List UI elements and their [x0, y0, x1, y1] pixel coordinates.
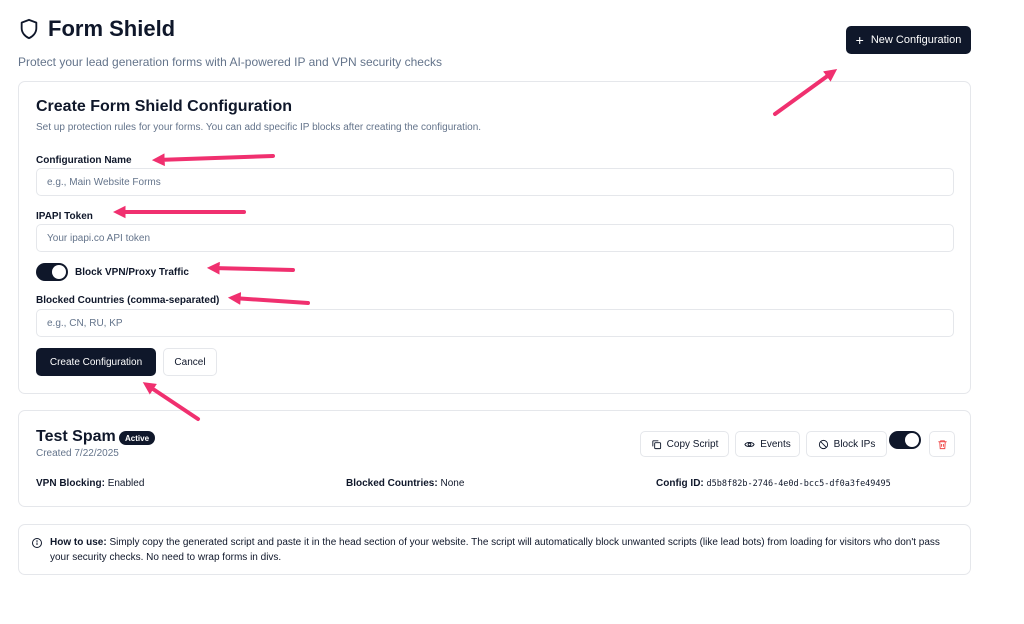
- how-to-use-title: How to use:: [50, 537, 107, 548]
- ban-icon: [818, 439, 828, 449]
- vpn-blocking-info: VPN Blocking: Enabled: [36, 478, 144, 489]
- trash-icon: [937, 439, 947, 449]
- title-row: Form Shield: [18, 16, 978, 42]
- blocked-countries-key: Blocked Countries:: [346, 478, 438, 489]
- block-ips-label: Block IPs: [833, 438, 876, 450]
- how-to-use-card: How to use: Simply copy the generated sc…: [18, 524, 971, 575]
- page-title: Form Shield: [48, 16, 176, 41]
- vpn-block-label: Block VPN/Proxy Traffic: [75, 267, 189, 278]
- info-icon: [32, 538, 42, 548]
- config-id-value: d5b8f82b-2746-4e0d-bcc5-df0a3fe49495: [706, 479, 891, 489]
- created-date: Created 7/22/2025: [36, 448, 119, 459]
- form-description: Set up protection rules for your forms. …: [36, 122, 482, 133]
- new-configuration-label: New Configuration: [870, 34, 962, 46]
- copy-script-label: Copy Script: [666, 438, 719, 450]
- new-configuration-button[interactable]: + New Configuration: [846, 26, 971, 54]
- countries-label: Blocked Countries (comma-separated): [36, 295, 220, 306]
- eye-icon: [744, 441, 755, 447]
- token-input[interactable]: [36, 224, 954, 252]
- form-title: Create Form Shield Configuration: [36, 98, 293, 115]
- config-enabled-toggle[interactable]: [889, 431, 921, 449]
- config-id-key: Config ID:: [656, 478, 704, 489]
- plus-icon: +: [855, 32, 864, 48]
- delete-configuration-button[interactable]: [929, 431, 955, 457]
- toggle-knob: [52, 265, 66, 279]
- blocked-countries-info: Blocked Countries: None: [346, 478, 464, 489]
- config-name-input[interactable]: [36, 168, 954, 196]
- page-header: Form Shield Protect your lead generation…: [18, 16, 978, 69]
- block-ips-button[interactable]: Block IPs: [806, 431, 887, 457]
- config-id-info: Config ID: d5b8f82b-2746-4e0d-bcc5-df0a3…: [656, 478, 891, 489]
- configuration-card: Test Spam Active Created 7/22/2025 Copy …: [18, 410, 971, 507]
- config-name-label: Configuration Name: [36, 155, 132, 166]
- configuration-name: Test Spam: [36, 428, 116, 445]
- events-button[interactable]: Events: [735, 431, 800, 457]
- how-to-use-text: How to use: Simply copy the generated sc…: [50, 535, 955, 565]
- events-label: Events: [760, 438, 791, 450]
- toggle-knob: [905, 433, 919, 447]
- cancel-button[interactable]: Cancel: [163, 348, 217, 376]
- blocked-countries-value: None: [440, 478, 465, 489]
- create-configuration-card: Create Form Shield Configuration Set up …: [18, 81, 971, 394]
- copy-script-button[interactable]: Copy Script: [640, 431, 729, 457]
- page-subtitle: Protect your lead generation forms with …: [18, 55, 442, 69]
- vpn-block-toggle[interactable]: [36, 263, 68, 281]
- countries-input[interactable]: [36, 309, 954, 337]
- vpn-blocking-key: VPN Blocking:: [36, 478, 105, 489]
- how-to-use-body: Simply copy the generated script and pas…: [50, 537, 940, 563]
- status-badge: Active: [119, 431, 156, 445]
- vpn-blocking-value: Enabled: [107, 478, 145, 489]
- create-configuration-button[interactable]: Create Configuration: [36, 348, 156, 376]
- shield-icon: [20, 18, 38, 40]
- token-label: IPAPI Token: [36, 211, 93, 222]
- copy-icon: [652, 439, 661, 449]
